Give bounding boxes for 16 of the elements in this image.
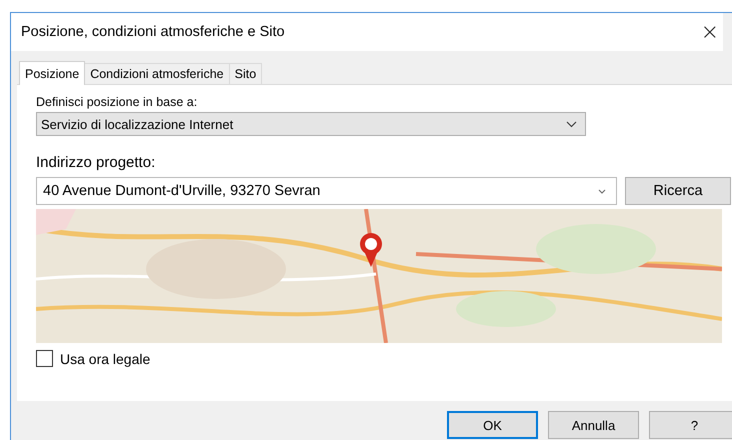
dialog-button[interactable]: ? <box>649 411 732 439</box>
tab[interactable]: Posizione <box>19 61 86 85</box>
field-label: Indirizzo progetto: <box>36 154 156 171</box>
tab[interactable]: Sito <box>228 63 262 84</box>
chevron-icon <box>598 188 606 194</box>
dialog-button[interactable]: OK <box>447 411 538 439</box>
address-field[interactable]: 40 Avenue Dumont-d'Urville, 93270 Sevran <box>36 177 617 205</box>
location-dropdown[interactable]: Servizio di localizzazione Internet <box>36 112 586 136</box>
checkbox-label: Usa ora legale <box>60 350 150 366</box>
search-button[interactable]: Ricerca <box>625 177 731 205</box>
window-title: Posizione, condizioni atmosferiche e Sito <box>21 24 285 40</box>
chevron-icon <box>566 120 577 128</box>
dialog-button[interactable]: Annulla <box>548 411 639 439</box>
field-label: Definisci posizione in base a: <box>36 95 198 109</box>
close-button[interactable]: × <box>696 20 723 44</box>
checkbox[interactable] <box>36 350 53 367</box>
